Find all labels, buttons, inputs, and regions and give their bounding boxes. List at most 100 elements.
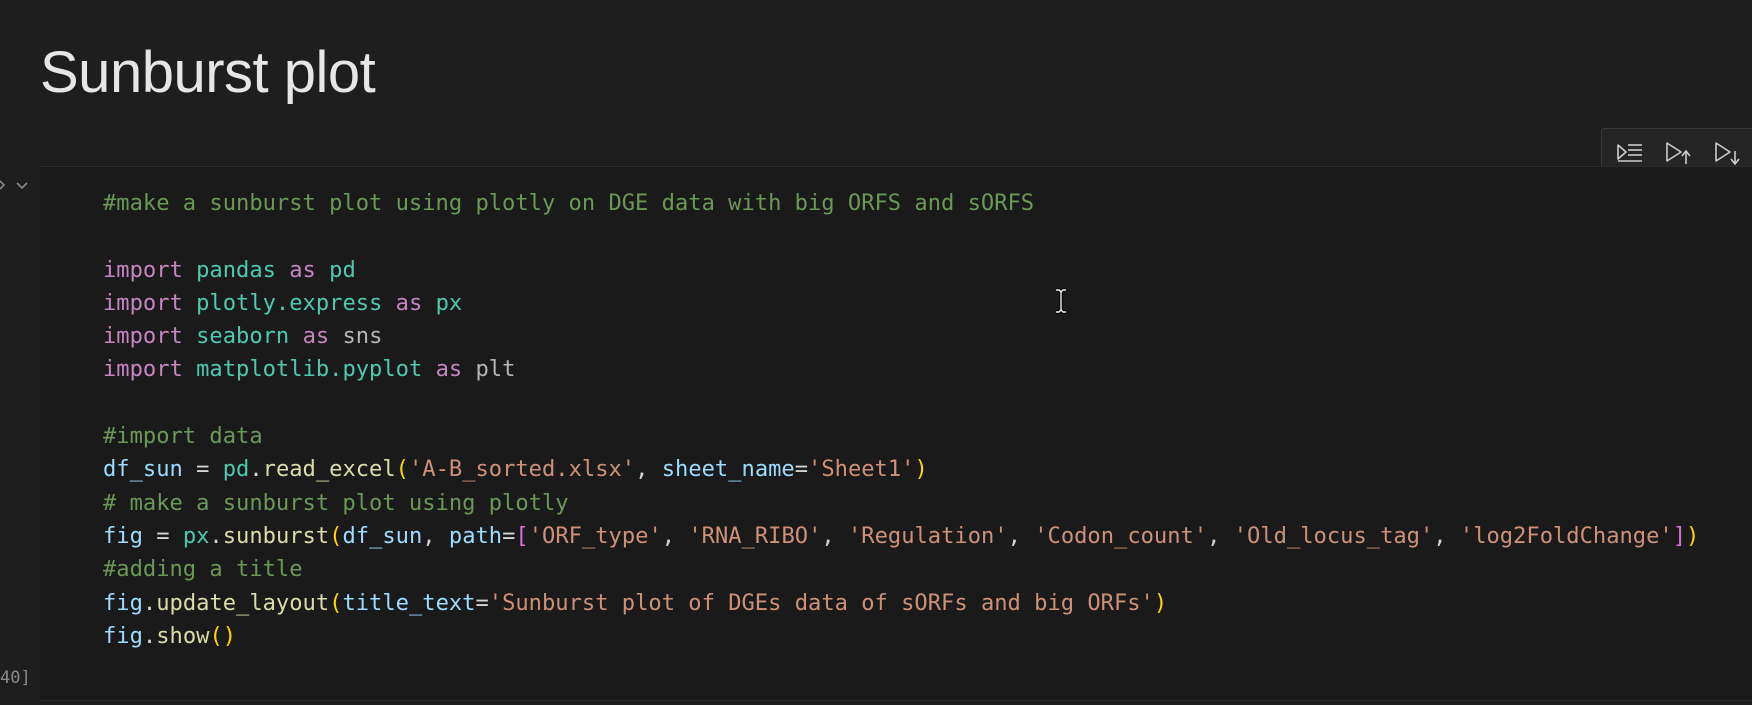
code-token: . xyxy=(209,522,223,549)
cell-collapse-toggle[interactable] xyxy=(0,174,36,198)
code-token: 'Sheet1' xyxy=(808,456,915,483)
code-token: , xyxy=(661,522,689,549)
code-token: . xyxy=(142,622,157,649)
code-token: plotly.express xyxy=(196,289,383,316)
code-token: import xyxy=(103,323,183,350)
code-line: # make a sunburst plot using plotly xyxy=(103,487,1699,520)
code-token: sns xyxy=(342,323,383,350)
code-token: ) xyxy=(1153,589,1168,616)
code-token: update_layout xyxy=(156,589,330,616)
code-editor-content[interactable]: #make a sunburst plot using plotly on DG… xyxy=(103,187,1699,653)
code-token: matplotlib.pyplot xyxy=(196,356,423,383)
code-token: pd xyxy=(222,456,250,483)
code-token: path xyxy=(448,522,503,549)
code-token: title_text xyxy=(342,589,476,616)
code-token: plt xyxy=(475,356,516,383)
execute-below-icon xyxy=(1715,142,1740,166)
code-line: import plotly.express as px xyxy=(103,287,1699,320)
code-token: 'Sunburst plot of DGEs data of sORFs and… xyxy=(488,589,1154,616)
code-token: , xyxy=(1433,522,1460,549)
code-token: 'Old_locus_tag' xyxy=(1233,522,1434,549)
code-token: show xyxy=(156,622,210,649)
code-line: df_sun = pd.read_excel('A-B_sorted.xlsx'… xyxy=(103,453,1699,486)
code-token: #import data xyxy=(103,423,263,450)
code-token: = xyxy=(475,589,489,616)
code-line: #import data xyxy=(103,420,1699,453)
code-token: ] xyxy=(1672,522,1687,549)
code-token: ) xyxy=(1686,522,1700,549)
code-token: pandas xyxy=(196,256,276,283)
code-line: import seaborn as sns xyxy=(103,320,1699,353)
code-token: #adding a title xyxy=(103,556,303,583)
code-token: 'Codon_count' xyxy=(1034,522,1208,549)
code-token: , xyxy=(1007,522,1035,549)
code-token: , xyxy=(422,522,449,549)
code-token: , xyxy=(635,456,662,483)
code-line: fig.show() xyxy=(103,620,1699,653)
code-token: ( xyxy=(329,522,343,549)
code-token: #make a sunburst plot using plotly on DG… xyxy=(103,190,1035,216)
code-token: [ xyxy=(515,522,529,549)
code-token: , xyxy=(821,522,848,549)
code-token: pd xyxy=(329,256,356,283)
code-line: import pandas as pd xyxy=(103,254,1699,287)
code-token: fig xyxy=(103,622,143,649)
code-token: 'A-B_sorted.xlsx' xyxy=(408,456,636,483)
code-token: ( xyxy=(395,456,409,483)
code-token: as xyxy=(435,356,463,383)
code-token: px xyxy=(435,289,463,316)
code-token: as xyxy=(289,256,316,283)
code-line: #make a sunburst plot using plotly on DG… xyxy=(103,187,1699,220)
code-token: () xyxy=(209,622,237,649)
code-token: fig xyxy=(103,522,143,549)
code-token: . xyxy=(249,456,263,483)
code-token: , xyxy=(1207,522,1234,549)
execution-count: 40] xyxy=(0,668,31,688)
text-cursor-icon xyxy=(1056,288,1066,314)
code-cell-editor[interactable]: #make a sunburst plot using plotly on DG… xyxy=(40,166,1752,701)
code-token: import xyxy=(103,289,183,316)
run-by-line-icon xyxy=(1617,144,1643,162)
code-token: 'ORF_type' xyxy=(528,522,662,549)
execute-above-icon xyxy=(1666,142,1692,164)
code-token: sheet_name xyxy=(661,456,795,483)
code-token: 'Regulation' xyxy=(847,522,1008,549)
code-token: = xyxy=(502,522,516,549)
code-token: as xyxy=(395,289,423,316)
code-token: fig xyxy=(103,589,143,616)
code-token: df_sun xyxy=(103,456,183,483)
code-token: = xyxy=(182,456,223,483)
code-token: . xyxy=(142,589,157,616)
code-line: fig.update_layout(title_text='Sunburst p… xyxy=(103,587,1699,620)
code-token: ( xyxy=(329,589,343,616)
code-line: #adding a title xyxy=(103,553,1699,586)
code-token: = xyxy=(794,456,809,483)
code-token: read_excel xyxy=(262,456,396,483)
chevron-down-icon xyxy=(0,180,28,190)
code-token: ) xyxy=(914,456,928,483)
code-token: df_sun xyxy=(342,522,423,549)
code-token: seaborn xyxy=(196,323,290,350)
code-token: 'log2FoldChange' xyxy=(1459,522,1673,549)
code-token: = xyxy=(142,522,183,549)
code-token: px xyxy=(182,522,210,549)
code-token: 'RNA_RIBO' xyxy=(688,522,822,549)
page-title: Sunburst plot xyxy=(40,40,376,105)
code-token: as xyxy=(302,323,330,350)
code-token: sunburst xyxy=(222,522,330,549)
code-line: fig = px.sunburst(df_sun, path=['ORF_typ… xyxy=(103,520,1699,553)
